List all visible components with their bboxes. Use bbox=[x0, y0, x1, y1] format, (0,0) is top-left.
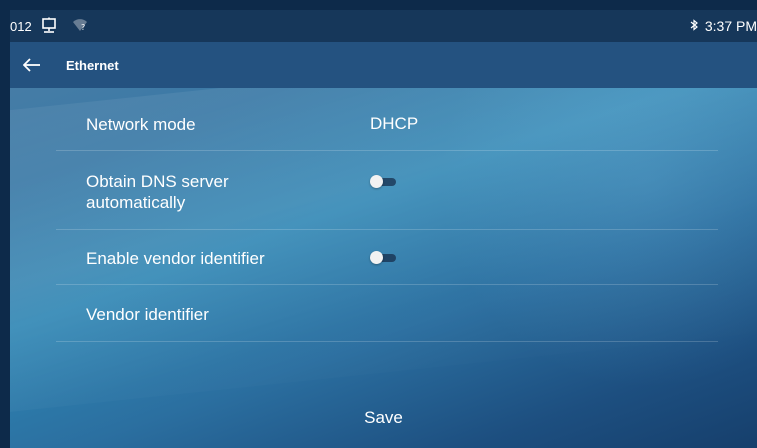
status-left: 012 ? bbox=[10, 17, 88, 36]
status-bar: 012 ? 3:37 PM bbox=[10, 10, 757, 42]
obtain-dns-toggle[interactable] bbox=[370, 175, 396, 188]
status-code: 012 bbox=[10, 18, 32, 34]
enable-vendor-label: Enable vendor identifier bbox=[86, 249, 265, 268]
bluetooth-icon bbox=[689, 18, 699, 34]
vendor-identifier-label: Vendor identifier bbox=[86, 305, 209, 324]
save-button[interactable]: Save bbox=[10, 398, 757, 438]
arrow-left-icon bbox=[23, 58, 40, 72]
wifi-icon: ? bbox=[72, 18, 88, 35]
toggle-thumb bbox=[370, 251, 383, 264]
status-time: 3:37 PM bbox=[704, 18, 757, 34]
enable-vendor-toggle[interactable] bbox=[370, 251, 396, 264]
status-right: 3:37 PM bbox=[689, 18, 757, 34]
toggle-thumb bbox=[370, 175, 383, 188]
obtain-dns-row[interactable]: Obtain DNS server automatically bbox=[56, 151, 718, 230]
screen: 012 ? 3:37 PM Ethernet Network mode DHCP… bbox=[10, 10, 757, 448]
app-bar: Ethernet bbox=[10, 42, 757, 88]
network-mode-row[interactable]: Network mode DHCP bbox=[56, 88, 718, 151]
settings-list: Network mode DHCP Obtain DNS server auto… bbox=[56, 88, 718, 342]
back-button[interactable] bbox=[10, 42, 54, 88]
svg-text:?: ? bbox=[81, 23, 85, 32]
page-title: Ethernet bbox=[66, 57, 119, 73]
vendor-identifier-row[interactable]: Vendor identifier bbox=[56, 285, 718, 342]
obtain-dns-label: Obtain DNS server automatically bbox=[86, 172, 229, 212]
network-mode-value: DHCP bbox=[370, 114, 419, 133]
enable-vendor-row[interactable]: Enable vendor identifier bbox=[56, 230, 718, 285]
network-mode-label: Network mode bbox=[86, 115, 196, 134]
computer-icon bbox=[40, 17, 58, 36]
